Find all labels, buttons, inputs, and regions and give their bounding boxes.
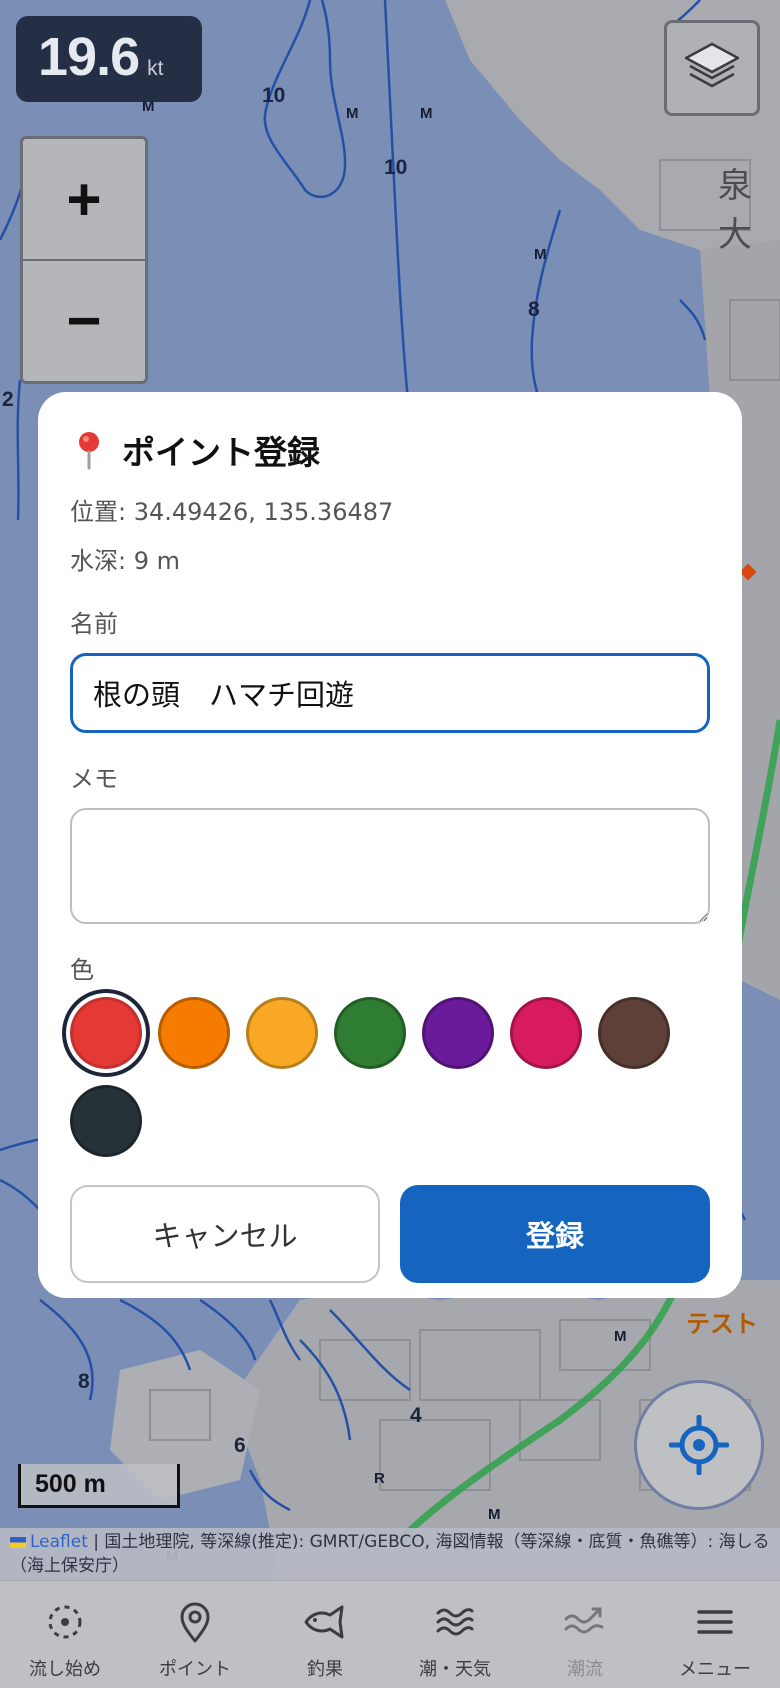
leaflet-link[interactable]: Leaflet <box>30 1532 88 1552</box>
color-swatch[interactable] <box>246 997 318 1069</box>
drift-start-icon <box>48 1605 82 1639</box>
dialog-title: ポイント登録 <box>122 433 320 472</box>
nav-label: 流し始め <box>29 1659 101 1680</box>
nav-menu[interactable]: メニュー <box>650 1581 780 1688</box>
fish-icon <box>304 1605 344 1639</box>
color-swatch[interactable] <box>422 997 494 1069</box>
color-swatch[interactable] <box>70 1085 142 1157</box>
locate-button[interactable] <box>634 1380 764 1510</box>
waves-icon <box>436 1608 474 1636</box>
depth-label: 10 <box>262 84 286 107</box>
layers-icon <box>684 42 740 88</box>
nav-label: ポイント <box>159 1659 231 1680</box>
zoom-out-button[interactable]: − <box>23 259 145 379</box>
depth-label: 4 <box>410 1404 422 1427</box>
color-picker <box>70 997 710 1157</box>
memo-textarea[interactable] <box>70 808 710 924</box>
depth-label: 6 <box>234 1434 246 1457</box>
color-swatch[interactable] <box>158 997 230 1069</box>
nav-tide-weather[interactable]: 潮・天気 <box>390 1581 520 1688</box>
nav-drift-start[interactable]: 流し始め <box>0 1581 130 1688</box>
nav-current[interactable]: 潮流 <box>520 1581 650 1688</box>
depth-label: 10 <box>384 156 408 179</box>
speed-unit: kt <box>147 57 164 80</box>
color-label: 色 <box>70 956 94 984</box>
map-attribution: Leaflet | 国土地理院, 等深線(推定): GMRT/GEBCO, 海図… <box>0 1528 780 1580</box>
color-swatch[interactable] <box>334 997 406 1069</box>
nav-label: 釣果 <box>307 1659 343 1680</box>
color-swatch[interactable] <box>598 997 670 1069</box>
position-text: 位置: 34.49426, 135.36487 <box>70 498 394 526</box>
point-register-dialog: ポイント登録 位置: 34.49426, 135.36487 水深: 9 m 名… <box>38 392 742 1298</box>
name-label: 名前 <box>70 610 118 638</box>
current-icon <box>564 1607 604 1634</box>
test-point-label[interactable]: テスト <box>686 1304 758 1339</box>
depth-label: 2 <box>2 388 14 411</box>
scale-bar: 500 m <box>18 1464 180 1508</box>
map-marker: M <box>488 1506 501 1523</box>
nav-catch[interactable]: 釣果 <box>260 1581 390 1688</box>
map-place-label: 泉大 <box>718 166 752 255</box>
nav-label: メニュー <box>679 1659 751 1680</box>
nav-label: 潮・天気 <box>419 1659 491 1680</box>
depth-label: 8 <box>528 298 540 321</box>
map-pin-icon <box>180 1602 210 1643</box>
dialog-header: ポイント登録 <box>70 426 710 474</box>
bottom-navigation: 流し始め ポイント 釣果 潮・天気 潮流 メニュー <box>0 1580 780 1688</box>
depth-label: 8 <box>78 1370 90 1393</box>
layers-button[interactable] <box>664 20 760 116</box>
attribution-text: | 国土地理院, 等深線(推定): GMRT/GEBCO, 海図情報（等深線・底… <box>10 1532 770 1576</box>
map-marker: M <box>614 1328 627 1345</box>
zoom-in-button[interactable]: + <box>23 139 145 259</box>
crosshair-icon <box>669 1415 729 1475</box>
memo-label: メモ <box>70 765 118 793</box>
name-input[interactable] <box>70 653 710 733</box>
map-marker: R <box>374 1470 385 1487</box>
pushpin-icon <box>79 432 99 470</box>
color-swatch[interactable] <box>510 997 582 1069</box>
cancel-button[interactable]: キャンセル <box>70 1185 380 1283</box>
ukraine-flag-icon <box>10 1536 26 1548</box>
map-marker: M <box>534 246 547 263</box>
map-marker: M <box>420 105 433 122</box>
menu-icon <box>697 1610 733 1634</box>
nav-label: 潮流 <box>567 1659 603 1680</box>
register-button[interactable]: 登録 <box>400 1185 710 1283</box>
zoom-control: + − <box>20 136 148 384</box>
color-swatch[interactable] <box>70 997 142 1069</box>
speed-indicator: 19.6 kt <box>16 16 202 102</box>
dialog-actions: キャンセル 登録 <box>70 1185 710 1283</box>
map-marker: M <box>346 105 359 122</box>
speed-value: 19.6 <box>38 27 140 87</box>
depth-text: 水深: 9 m <box>70 547 180 575</box>
nav-point[interactable]: ポイント <box>130 1581 260 1688</box>
